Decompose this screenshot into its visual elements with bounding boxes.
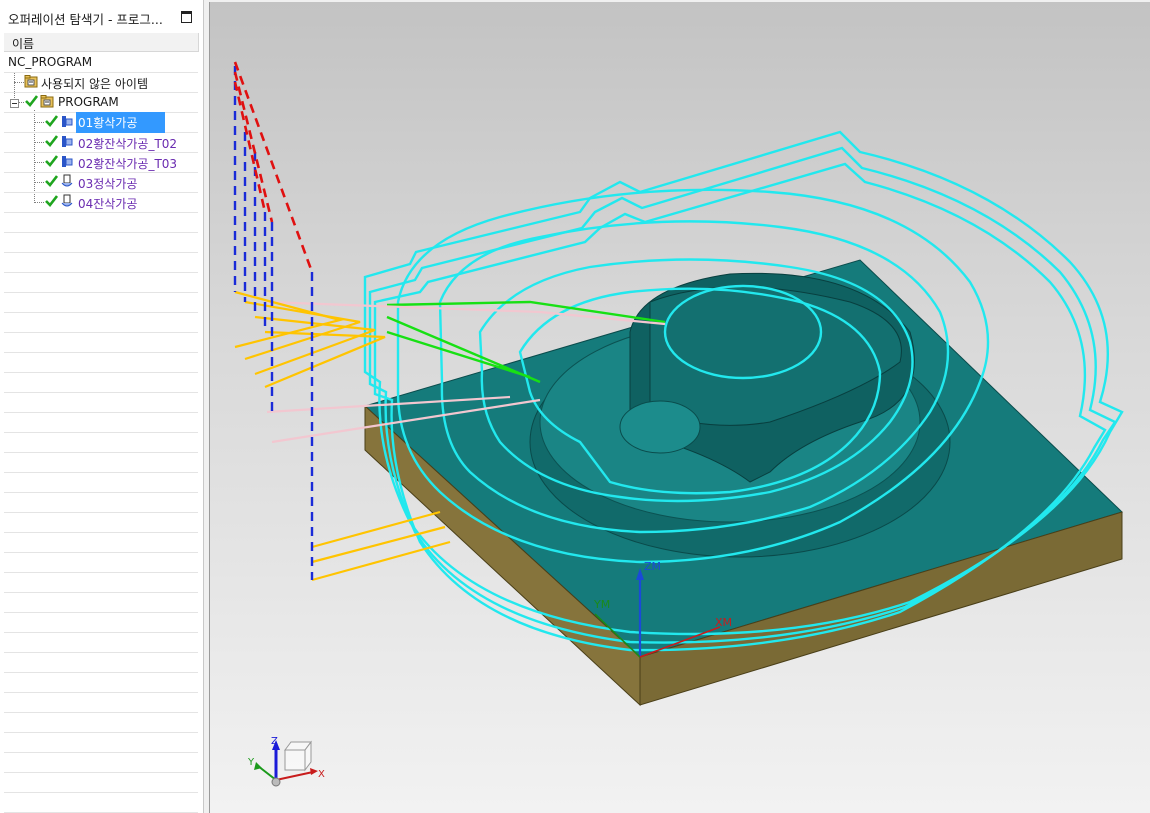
column-header-label: 이름 <box>12 37 35 51</box>
empty-row <box>4 512 198 533</box>
empty-row <box>4 252 198 273</box>
triad-origin-icon <box>271 777 281 787</box>
empty-row <box>4 712 198 733</box>
triad-y-label: Y <box>247 757 255 768</box>
program-folder-icon <box>40 95 54 108</box>
empty-row <box>4 392 198 413</box>
empty-row <box>4 412 198 433</box>
tree-item-nc-program[interactable]: NC_PROGRAM <box>4 52 198 73</box>
tree-item-operation[interactable]: 02황잔삭가공_T02 <box>4 132 198 153</box>
empty-row <box>4 352 198 373</box>
empty-row <box>4 652 198 673</box>
empty-row <box>4 212 198 233</box>
tree-item-label: 01황삭가공 <box>76 112 166 133</box>
empty-row <box>4 532 198 553</box>
empty-row <box>4 592 198 613</box>
name-column-header[interactable]: 이름 <box>4 33 199 52</box>
empty-row <box>4 492 198 513</box>
tree-item-label: PROGRAM <box>58 95 119 109</box>
empty-row <box>4 432 198 453</box>
triad-x-label: X <box>318 769 325 780</box>
empty-row <box>4 452 198 473</box>
tree-item-operation[interactable]: 02황잔삭가공_T03 <box>4 152 198 173</box>
tree-item-label: 02황잔삭가공_T03 <box>78 157 178 171</box>
triad-z-label: Z <box>271 736 278 747</box>
triad-cube <box>284 749 306 771</box>
panel-title: 오퍼레이션 탐색기 - 프로그... <box>8 12 163 27</box>
cad-scene[interactable]: ZM YM XM Z X Y <box>210 2 1150 813</box>
check-icon <box>45 155 58 167</box>
tree-item-label: 03정삭가공 <box>78 177 138 191</box>
view-triad[interactable]: Z X Y <box>247 736 325 787</box>
panel-titlebar: 오퍼레이션 탐색기 - 프로그... <box>0 0 203 32</box>
empty-row <box>4 292 198 313</box>
empty-row <box>4 232 198 253</box>
empty-row <box>4 472 198 493</box>
folder-icon <box>24 75 38 88</box>
empty-row <box>4 332 198 353</box>
empty-row <box>4 572 198 593</box>
empty-row <box>4 752 198 773</box>
tree-item-operation[interactable]: 01황삭가공 <box>4 112 198 133</box>
tree-item-label: 사용되지 않은 아이템 <box>41 77 148 91</box>
empty-row <box>4 372 198 393</box>
empty-row <box>4 612 198 633</box>
empty-row <box>4 632 198 653</box>
operation-navigator-panel: 오퍼레이션 탐색기 - 프로그... 이름 NC_PROGRAM 사용되지 않은… <box>0 0 204 813</box>
mcs-ym-label: YM <box>593 598 610 611</box>
check-icon <box>45 175 58 187</box>
maximize-icon[interactable] <box>181 11 192 23</box>
check-icon <box>45 135 58 147</box>
rapid-retract-toolpath <box>233 61 314 273</box>
contour-mill-icon <box>61 194 73 207</box>
check-icon <box>45 115 58 127</box>
cavity-mill-icon <box>62 116 73 127</box>
mcs-zm-label: ZM <box>644 560 661 573</box>
empty-row <box>4 272 198 293</box>
graphics-viewport[interactable]: ZM YM XM Z X Y <box>209 2 1150 813</box>
empty-row <box>4 672 198 693</box>
mcs-xm-label: XM <box>715 616 732 629</box>
check-icon <box>25 95 38 107</box>
tree-item-operation[interactable]: 04잔삭가공 <box>4 192 198 213</box>
part-dome <box>619 400 701 454</box>
empty-row <box>4 312 198 333</box>
tree-item-label: 04잔삭가공 <box>78 197 138 211</box>
tree-item-unused-items[interactable]: 사용되지 않은 아이템 <box>4 72 198 93</box>
triad-x-arrow-icon <box>310 768 318 775</box>
check-icon <box>45 195 58 207</box>
empty-row <box>4 552 198 573</box>
tree-item-label: 02황잔삭가공_T02 <box>78 137 178 151</box>
empty-row <box>4 792 198 813</box>
triad-x-axis <box>275 771 314 781</box>
cavity-mill-icon <box>62 156 73 167</box>
empty-row <box>4 732 198 753</box>
cavity-mill-icon <box>62 136 73 147</box>
contour-mill-icon <box>61 174 73 187</box>
empty-row <box>4 692 198 713</box>
empty-row <box>4 772 198 793</box>
tree-item-operation[interactable]: 03정삭가공 <box>4 172 198 193</box>
tree-item-label: NC_PROGRAM <box>8 55 93 69</box>
tree-item-program[interactable]: PROGRAM <box>4 92 198 113</box>
